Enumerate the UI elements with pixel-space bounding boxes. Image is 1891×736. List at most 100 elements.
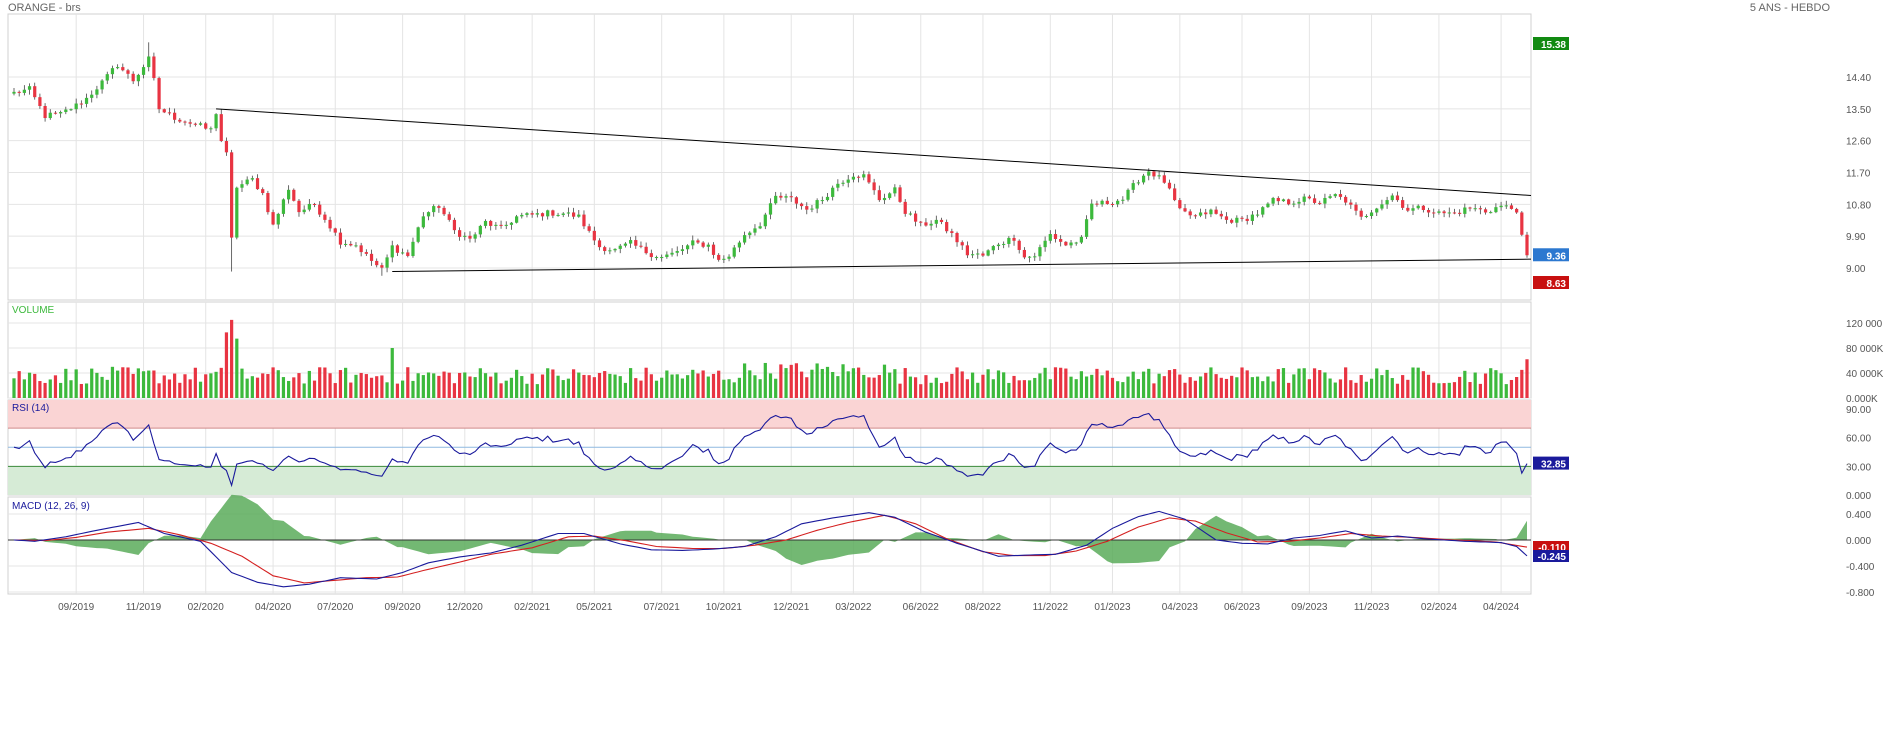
volume-bar <box>1463 370 1467 398</box>
volume-bar <box>27 372 32 398</box>
candle <box>188 122 192 124</box>
candle <box>1136 182 1140 184</box>
volume-bar <box>1033 377 1037 398</box>
candle <box>281 199 286 214</box>
macd-y-tick: -0.800 <box>1846 588 1875 599</box>
x-tick-label: 07/2021 <box>644 602 681 613</box>
candle <box>1017 240 1021 250</box>
volume-bar <box>1271 381 1275 398</box>
volume-bar <box>1478 383 1482 398</box>
volume-bar <box>1193 380 1197 398</box>
candle <box>794 197 799 204</box>
candle <box>908 213 913 215</box>
candle <box>473 234 477 239</box>
candle <box>276 213 280 225</box>
candle <box>1349 202 1353 205</box>
candle <box>634 240 638 246</box>
candle <box>1406 207 1410 211</box>
candle <box>742 235 747 243</box>
candle <box>665 254 669 258</box>
candle <box>1219 213 1223 217</box>
candle <box>354 245 358 247</box>
candle <box>820 200 824 202</box>
candle <box>230 152 234 238</box>
x-tick-label: 10/2021 <box>706 602 743 613</box>
volume-bar <box>162 375 166 398</box>
candle <box>882 197 887 201</box>
volume-bar <box>1292 374 1296 398</box>
candle <box>141 67 146 75</box>
candle <box>344 243 348 245</box>
volume-bar <box>1261 381 1265 398</box>
candle <box>805 206 809 210</box>
candle <box>1333 194 1337 197</box>
candle <box>680 249 685 252</box>
volume-bar <box>395 383 400 398</box>
candle <box>1452 212 1457 214</box>
candle <box>255 178 260 190</box>
volume-bar <box>173 373 177 398</box>
volume-bar <box>198 381 203 398</box>
volume-bar <box>69 380 73 398</box>
volume-bar <box>551 369 555 398</box>
volume-bar <box>406 367 410 398</box>
candle <box>696 240 700 243</box>
candle <box>1380 204 1384 209</box>
candle <box>126 70 130 74</box>
volume-bar <box>654 380 659 398</box>
candle <box>245 179 249 185</box>
candle <box>960 242 964 246</box>
price-y-tick: 10.80 <box>1846 200 1871 211</box>
volume-bar <box>1022 380 1027 398</box>
candle <box>1250 214 1254 221</box>
candle <box>851 176 856 180</box>
candle <box>1525 234 1529 256</box>
volume-bar <box>483 373 488 398</box>
volume-bar <box>509 377 514 398</box>
candle <box>1473 208 1477 210</box>
candle <box>390 245 394 258</box>
volume-bar <box>929 382 933 398</box>
candle <box>976 253 980 255</box>
candle <box>789 196 793 198</box>
volume-bar <box>608 373 612 398</box>
volume-bar <box>447 372 451 398</box>
candle <box>582 214 586 227</box>
candle <box>644 246 648 254</box>
x-tick-label: 09/2019 <box>58 602 95 613</box>
candle <box>1261 207 1265 215</box>
volume-bar <box>1167 370 1172 398</box>
candle <box>359 245 363 253</box>
volume-bar <box>618 376 622 398</box>
volume-bar <box>1520 369 1524 398</box>
volume-bar <box>489 376 493 398</box>
candle <box>691 240 695 246</box>
volume-bar <box>1173 369 1177 398</box>
candle <box>597 240 602 248</box>
x-tick-label: 01/2023 <box>1094 602 1131 613</box>
volume-bar <box>1255 376 1260 398</box>
candle <box>499 224 503 226</box>
volume-bar <box>1183 382 1187 398</box>
candle <box>1390 195 1394 201</box>
candle <box>173 112 177 120</box>
candle <box>167 112 172 114</box>
volume-bar <box>312 380 317 398</box>
volume-bar <box>1328 378 1332 398</box>
volume-bar <box>945 381 949 398</box>
candle <box>1468 207 1472 209</box>
volume-bar <box>43 382 47 398</box>
candle <box>950 231 954 233</box>
candle <box>69 109 73 111</box>
candle <box>1292 203 1296 205</box>
volume-bar <box>22 379 26 398</box>
candle <box>732 247 736 257</box>
candle <box>1147 171 1151 176</box>
volume-bar <box>499 383 503 398</box>
volume-bar <box>1525 359 1529 398</box>
candle <box>608 250 612 252</box>
candle <box>981 253 985 256</box>
candle <box>1178 200 1182 209</box>
volume-bar <box>742 363 747 398</box>
volume-bar <box>452 383 457 398</box>
